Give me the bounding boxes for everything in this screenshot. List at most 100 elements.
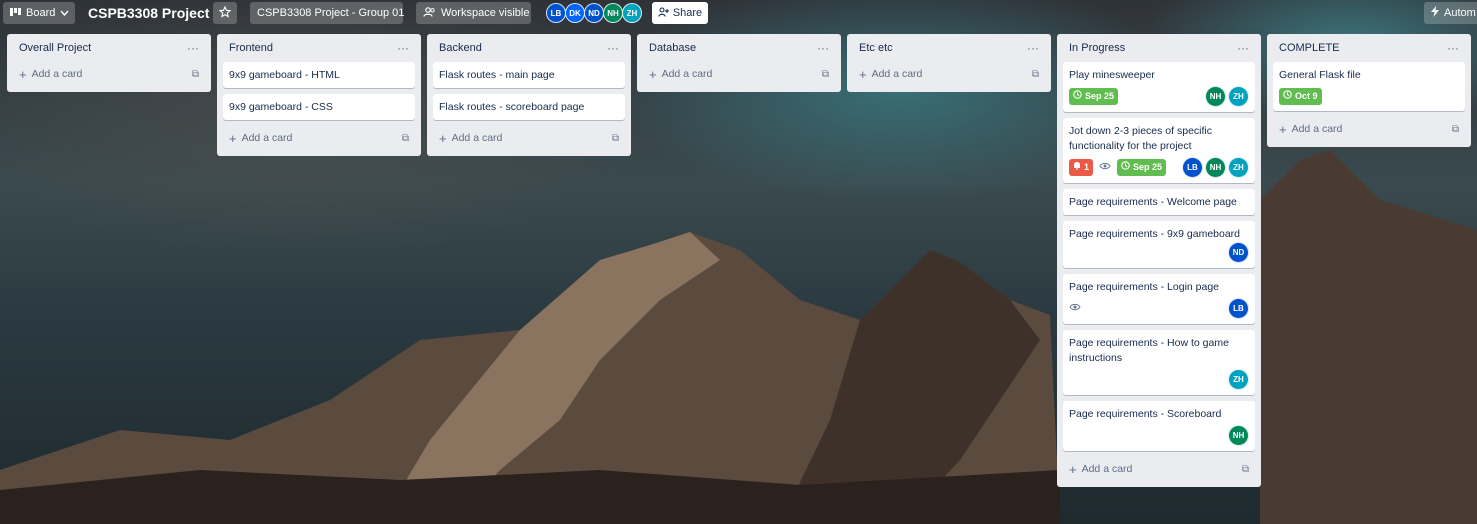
automation-label: Autom xyxy=(1444,7,1476,19)
list-menu-icon[interactable]: ··· xyxy=(1027,41,1039,55)
list-menu-icon[interactable]: ··· xyxy=(817,41,829,55)
card-title: Play minesweeper xyxy=(1069,69,1155,81)
card-title: Flask routes - scoreboard page xyxy=(439,101,585,113)
member-avatar[interactable]: NH xyxy=(1228,425,1249,446)
star-icon xyxy=(218,5,232,21)
list-title[interactable]: Etc etc xyxy=(859,42,893,54)
chevron-down-icon xyxy=(60,7,69,19)
card-title: Page requirements - Welcome page xyxy=(1069,196,1237,208)
template-icon[interactable]: ⧉ xyxy=(1242,464,1249,475)
card[interactable]: Page requirements - Login page LB xyxy=(1063,274,1255,324)
list-menu-icon[interactable]: ··· xyxy=(397,41,409,55)
member-avatar[interactable]: NH xyxy=(1205,86,1226,107)
template-icon[interactable]: ⧉ xyxy=(822,69,829,80)
card[interactable]: Page requirements - Welcome page xyxy=(1063,189,1255,215)
list-menu-icon[interactable]: ··· xyxy=(1237,41,1249,55)
list-menu-icon[interactable]: ··· xyxy=(1447,41,1459,55)
plus-icon: + xyxy=(1069,461,1077,477)
due-date-badge[interactable]: Sep 25 xyxy=(1117,159,1167,176)
plus-icon: + xyxy=(1279,121,1287,137)
clock-icon xyxy=(1121,160,1130,175)
plus-icon: + xyxy=(19,66,27,82)
card[interactable]: Flask routes - main page xyxy=(433,62,625,88)
add-card-label: Add a card xyxy=(241,132,293,144)
due-date-badge[interactable]: Oct 9 xyxy=(1279,87,1322,105)
member-avatar[interactable]: ZH xyxy=(622,3,642,23)
list-title[interactable]: In Progress xyxy=(1069,42,1125,54)
card[interactable]: Play minesweeper Sep 25 NH ZH xyxy=(1063,62,1255,112)
member-avatar[interactable]: NH xyxy=(603,3,623,23)
list-title[interactable]: Backend xyxy=(439,42,482,54)
card-title: Page requirements - How to game instruct… xyxy=(1069,337,1229,364)
add-card-label: Add a card xyxy=(1291,123,1343,135)
template-icon[interactable]: ⧉ xyxy=(402,133,409,144)
member-avatar[interactable]: NH xyxy=(1205,157,1226,178)
card-members: LB xyxy=(1228,298,1249,319)
clock-icon xyxy=(1283,89,1292,104)
due-date-badge[interactable]: Sep 25 xyxy=(1069,88,1119,105)
card-members: NH ZH xyxy=(1205,86,1249,107)
card-title: Page requirements - Login page xyxy=(1069,281,1220,293)
template-icon[interactable]: ⧉ xyxy=(192,69,199,80)
list-title[interactable]: Database xyxy=(649,42,696,54)
add-card-button[interactable]: + Add a card ⧉ xyxy=(643,62,835,86)
visibility-label: Workspace visible xyxy=(441,7,530,19)
add-card-button[interactable]: + Add a card ⧉ xyxy=(853,62,1045,86)
board-header: Board CSPB3308 Project CSPB3308 Project … xyxy=(0,0,1477,27)
member-avatar[interactable]: ZH xyxy=(1228,157,1249,178)
list-menu-icon[interactable]: ··· xyxy=(187,41,199,55)
card[interactable]: Flask routes - scoreboard page xyxy=(433,94,625,120)
board-view-label: Board xyxy=(26,7,56,19)
list-backend: Backend ··· Flask routes - main page Fla… xyxy=(427,34,631,156)
board-title[interactable]: CSPB3308 Project xyxy=(88,5,209,21)
template-icon[interactable]: ⧉ xyxy=(612,133,619,144)
card[interactable]: Page requirements - How to game instruct… xyxy=(1063,330,1255,395)
add-card-label: Add a card xyxy=(661,68,713,80)
list-complete: COMPLETE ··· General Flask file Oct 9 + A… xyxy=(1267,34,1471,147)
member-avatar[interactable]: LB xyxy=(546,3,566,23)
add-person-icon xyxy=(658,6,669,20)
member-avatar[interactable]: ND xyxy=(1228,242,1249,263)
clock-icon xyxy=(1073,89,1082,104)
add-card-button[interactable]: + Add a card ⧉ xyxy=(1273,117,1465,141)
board-view-icon xyxy=(10,7,21,20)
star-board-button[interactable] xyxy=(213,2,237,24)
automation-button[interactable]: Autom xyxy=(1424,2,1477,24)
card[interactable]: General Flask file Oct 9 xyxy=(1273,62,1465,111)
card-title: 9x9 gameboard - CSS xyxy=(229,101,333,113)
list-title[interactable]: Frontend xyxy=(229,42,273,54)
card[interactable]: Jot down 2-3 pieces of specific function… xyxy=(1063,118,1255,183)
notification-count: 1 xyxy=(1084,162,1090,172)
share-button[interactable]: Share xyxy=(652,2,708,24)
member-avatar[interactable]: LB xyxy=(1228,298,1249,319)
board-view-switcher[interactable]: Board xyxy=(3,2,75,24)
card[interactable]: 9x9 gameboard - CSS xyxy=(223,94,415,120)
add-card-button[interactable]: + Add a card ⧉ xyxy=(13,62,205,86)
visibility-button[interactable]: Workspace visible xyxy=(416,2,531,24)
card[interactable]: 9x9 gameboard - HTML xyxy=(223,62,415,88)
list-title[interactable]: Overall Project xyxy=(19,42,91,54)
member-avatar[interactable]: ZH xyxy=(1228,369,1249,390)
member-avatar[interactable]: ZH xyxy=(1228,86,1249,107)
plus-icon: + xyxy=(649,66,657,82)
plus-icon: + xyxy=(439,130,447,146)
add-card-button[interactable]: + Add a card ⧉ xyxy=(223,126,415,150)
add-card-button[interactable]: + Add a card ⧉ xyxy=(1063,457,1255,481)
card-members: NH xyxy=(1228,425,1249,446)
plus-icon: + xyxy=(859,66,867,82)
member-avatar[interactable]: ND xyxy=(584,3,604,23)
list-title[interactable]: COMPLETE xyxy=(1279,42,1340,54)
list-menu-icon[interactable]: ··· xyxy=(607,41,619,55)
template-icon[interactable]: ⧉ xyxy=(1452,124,1459,135)
card[interactable]: Page requirements - 9x9 gameboard ND xyxy=(1063,221,1255,268)
notification-badge[interactable]: 1 xyxy=(1069,159,1094,176)
template-icon[interactable]: ⧉ xyxy=(1032,69,1039,80)
workspace-button[interactable]: CSPB3308 Project - Group 01 xyxy=(250,2,404,24)
add-card-label: Add a card xyxy=(1081,463,1133,475)
member-avatar[interactable]: LB xyxy=(1182,157,1203,178)
people-icon xyxy=(423,6,436,20)
card[interactable]: Page requirements - Scoreboard NH xyxy=(1063,401,1255,451)
list-database: Database ··· + Add a card ⧉ xyxy=(637,34,841,92)
add-card-button[interactable]: + Add a card ⧉ xyxy=(433,126,625,150)
member-avatar[interactable]: DK xyxy=(565,3,585,23)
